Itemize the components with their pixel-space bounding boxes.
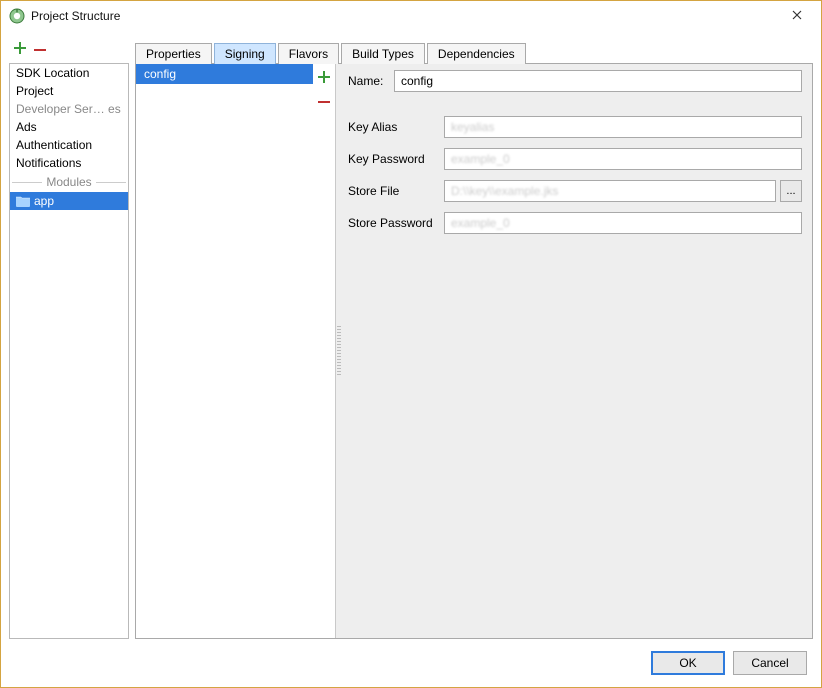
sidebar-item-ads[interactable]: Ads — [10, 118, 128, 136]
remove-module-button[interactable] — [33, 43, 47, 57]
browse-store-file-button[interactable]: ... — [780, 180, 802, 202]
sidebar-header-developer-services: Developer Ser… es — [10, 100, 128, 118]
name-input[interactable] — [394, 70, 802, 92]
sidebar: SDK Location Project Developer Ser… es A… — [9, 37, 129, 639]
tab-properties[interactable]: Properties — [135, 43, 212, 64]
signing-form: Name: Key Alias Key Password Store File — [342, 64, 812, 638]
add-module-button[interactable] — [13, 41, 27, 60]
key-alias-label: Key Alias — [348, 120, 444, 134]
tabs: Properties Signing Flavors Build Types D… — [135, 37, 813, 63]
sidebar-toolbar — [9, 37, 129, 63]
key-alias-input[interactable] — [444, 116, 802, 138]
name-label: Name: — [348, 74, 394, 88]
tab-signing[interactable]: Signing — [214, 43, 276, 64]
ok-button[interactable]: OK — [651, 651, 725, 675]
window-title: Project Structure — [31, 9, 777, 23]
titlebar: Project Structure — [1, 1, 821, 31]
sidebar-header-modules: Modules — [10, 172, 128, 192]
close-button[interactable] — [777, 2, 817, 30]
tab-dependencies[interactable]: Dependencies — [427, 43, 526, 64]
store-password-label: Store Password — [348, 216, 444, 230]
sidebar-item-sdk-location[interactable]: SDK Location — [10, 64, 128, 82]
store-password-input[interactable] — [444, 212, 802, 234]
dialog-footer: OK Cancel — [1, 639, 821, 687]
key-password-label: Key Password — [348, 152, 444, 166]
tab-build-types[interactable]: Build Types — [341, 43, 425, 64]
sidebar-item-project[interactable]: Project — [10, 82, 128, 100]
sidebar-item-authentication[interactable]: Authentication — [10, 136, 128, 154]
project-structure-window: Project Structure SDK Location Project D… — [0, 0, 822, 688]
key-password-input[interactable] — [444, 148, 802, 170]
config-item[interactable]: config — [136, 64, 313, 84]
folder-icon — [16, 195, 30, 207]
config-list-toolbar — [313, 64, 335, 638]
signing-panel: config Name: — [135, 63, 813, 639]
remove-config-button[interactable] — [317, 95, 331, 112]
main-panel: Properties Signing Flavors Build Types D… — [135, 37, 813, 639]
add-config-button[interactable] — [317, 70, 331, 87]
close-icon — [792, 9, 802, 23]
sidebar-item-label: app — [34, 194, 54, 208]
sidebar-list: SDK Location Project Developer Ser… es A… — [9, 63, 129, 639]
tab-flavors[interactable]: Flavors — [278, 43, 339, 64]
config-list: config — [136, 64, 313, 638]
splitter-grip-icon — [337, 326, 341, 376]
sidebar-item-app[interactable]: app — [10, 192, 128, 210]
config-list-wrap: config — [136, 64, 336, 638]
sidebar-item-notifications[interactable]: Notifications — [10, 154, 128, 172]
store-file-label: Store File — [348, 184, 444, 198]
app-icon — [9, 8, 25, 24]
store-file-input[interactable] — [444, 180, 776, 202]
content-area: SDK Location Project Developer Ser… es A… — [1, 31, 821, 639]
cancel-button[interactable]: Cancel — [733, 651, 807, 675]
